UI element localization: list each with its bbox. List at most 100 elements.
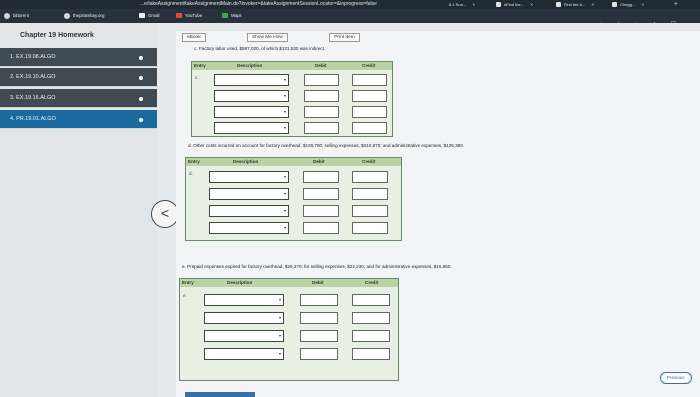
credit-input[interactable] bbox=[352, 171, 388, 183]
maps-icon bbox=[222, 13, 228, 19]
chegg-icon bbox=[496, 2, 501, 8]
dropdown-caret-icon: ▾ bbox=[283, 93, 286, 98]
close-icon[interactable]: ✕ bbox=[591, 2, 594, 7]
debit-input[interactable] bbox=[300, 294, 338, 306]
sidebar-item-label: 2. EX.19.10.ALGO bbox=[10, 74, 56, 80]
close-icon[interactable]: ✕ bbox=[472, 2, 475, 7]
print-item-button[interactable]: Print Item bbox=[329, 33, 360, 42]
credit-input[interactable] bbox=[352, 205, 388, 217]
sidebar-item-2[interactable]: 2. EX.19.10.ALGO bbox=[0, 68, 157, 87]
debit-input[interactable] bbox=[303, 171, 339, 183]
globe-icon bbox=[64, 12, 70, 19]
bookmark-maps[interactable]: Maps bbox=[222, 9, 242, 23]
credit-input[interactable] bbox=[352, 90, 387, 102]
content-panel: eBook Show Me How Print Item c. Factory … bbox=[176, 31, 700, 397]
debit-input[interactable] bbox=[303, 188, 339, 200]
debit-input[interactable] bbox=[304, 90, 339, 102]
bookmark-bittorent[interactable]: bittorent bbox=[4, 9, 29, 23]
debit-header: Debit bbox=[313, 159, 325, 164]
description-select[interactable]: ▾ bbox=[209, 188, 289, 200]
sidebar-item-4[interactable]: 4. PR.19.01.ALGO bbox=[0, 110, 157, 129]
table-header: Entry Description Debit Credit bbox=[192, 62, 392, 70]
debit-input[interactable] bbox=[303, 222, 339, 234]
description-select[interactable]: ▾ bbox=[214, 122, 289, 134]
credit-input[interactable] bbox=[352, 348, 390, 360]
credit-input[interactable] bbox=[352, 188, 388, 200]
status-dot bbox=[139, 118, 143, 122]
sidebar-item-3[interactable]: 3. EX.19.16.ALGO bbox=[0, 89, 157, 108]
browser-tabstrip: ...e/takeAssignment/takeAssignmentMain.d… bbox=[0, 0, 700, 9]
credit-input[interactable] bbox=[352, 74, 387, 86]
debit-input[interactable] bbox=[300, 348, 338, 360]
bookmark-piratebay[interactable]: thepiratebay.org bbox=[64, 9, 104, 23]
description-select[interactable]: ▾ bbox=[214, 90, 289, 102]
show-me-how-button[interactable]: Show Me How bbox=[246, 33, 288, 42]
tab-2[interactable]: #Find the... ✕ bbox=[492, 0, 537, 9]
status-dot bbox=[139, 97, 143, 101]
tab-1[interactable]: 8.1 Sun... ✕ bbox=[445, 0, 479, 9]
close-icon[interactable]: ✕ bbox=[641, 2, 644, 7]
credit-input[interactable] bbox=[352, 294, 390, 306]
sidebar-item-1[interactable]: 1. EX.19.08.ALGO bbox=[0, 48, 157, 67]
previous-button[interactable]: Previous bbox=[660, 372, 692, 384]
debit-input[interactable] bbox=[300, 330, 338, 342]
dropdown-caret-icon: ▾ bbox=[278, 351, 281, 356]
credit-input[interactable] bbox=[352, 122, 387, 134]
description-select[interactable]: ▾ bbox=[214, 74, 289, 86]
tab-4[interactable]: Chegg... ✕ bbox=[608, 0, 648, 9]
bookmark-label: bittorent bbox=[13, 13, 29, 18]
debit-input[interactable] bbox=[303, 205, 339, 217]
new-tab-button[interactable]: + bbox=[674, 0, 678, 9]
credit-header: Credit bbox=[362, 159, 376, 164]
tab-label: Chegg... bbox=[620, 2, 636, 7]
debit-input[interactable] bbox=[304, 122, 339, 134]
tab-3[interactable]: Find the #... ✕ bbox=[552, 0, 598, 9]
chegg-icon bbox=[612, 2, 617, 8]
description-select[interactable]: ▾ bbox=[204, 330, 284, 342]
chegg-icon bbox=[556, 2, 561, 8]
entry-header: Entry bbox=[194, 63, 206, 68]
debit-input[interactable] bbox=[304, 74, 339, 86]
dropdown-caret-icon: ▾ bbox=[283, 191, 286, 196]
description-select[interactable]: ▾ bbox=[204, 348, 284, 360]
tab-label: 8.1 Sun... bbox=[449, 2, 467, 7]
entry-header: Entry bbox=[182, 280, 194, 285]
description-select[interactable]: ▾ bbox=[214, 106, 289, 118]
question-e: e. Prepaid expenses expired for factory … bbox=[182, 264, 452, 269]
debit-input[interactable] bbox=[304, 106, 339, 118]
entry-letter: c. bbox=[195, 75, 199, 80]
description-select[interactable]: ▾ bbox=[209, 222, 289, 234]
question-d: d. Other costs incurred on account for f… bbox=[188, 143, 465, 148]
ebook-button[interactable]: eBook bbox=[182, 33, 206, 42]
description-select[interactable]: ▾ bbox=[204, 312, 284, 324]
journal-table-e: Entry Description Debit Credit e. ▾ ▾ ▾ … bbox=[179, 278, 399, 381]
credit-input[interactable] bbox=[352, 312, 390, 324]
bookmark-label: Gmail bbox=[148, 13, 160, 18]
description-select[interactable]: ▾ bbox=[209, 171, 289, 183]
debit-input[interactable] bbox=[300, 312, 338, 324]
description-header: Description bbox=[233, 159, 259, 164]
tab-label: Find the #... bbox=[564, 2, 586, 7]
bookmark-youtube[interactable]: YouTube bbox=[176, 9, 202, 23]
dropdown-caret-icon: ▾ bbox=[283, 77, 286, 82]
description-select[interactable]: ▾ bbox=[209, 205, 289, 217]
bookmark-label: Maps bbox=[231, 13, 242, 18]
close-icon[interactable]: ✕ bbox=[530, 2, 533, 7]
dropdown-caret-icon: ▾ bbox=[283, 109, 286, 114]
back-chevron-icon[interactable]: < bbox=[151, 200, 179, 228]
description-select[interactable]: ▾ bbox=[204, 294, 284, 306]
sidebar: Chapter 19 Homework 1. EX.19.08.ALGO 2. … bbox=[0, 23, 157, 397]
youtube-icon bbox=[176, 13, 182, 19]
bookmark-gmail[interactable]: Gmail bbox=[139, 9, 159, 23]
dropdown-caret-icon: ▾ bbox=[278, 315, 281, 320]
sidebar-item-label: 4. PR.19.01.ALGO bbox=[10, 116, 56, 122]
bookmark-label: thepiratebay.org bbox=[73, 13, 105, 18]
credit-input[interactable] bbox=[352, 330, 390, 342]
credit-input[interactable] bbox=[352, 106, 387, 118]
dropdown-caret-icon: ▾ bbox=[278, 297, 281, 302]
journal-table-c: Entry Description Debit Credit c. ▾ ▾ ▾ … bbox=[191, 61, 393, 137]
bottom-action-bar[interactable] bbox=[185, 392, 255, 397]
credit-header: Credit bbox=[362, 63, 376, 68]
page: Chapter 19 Homework 1. EX.19.08.ALGO 2. … bbox=[0, 23, 700, 397]
credit-input[interactable] bbox=[352, 222, 388, 234]
